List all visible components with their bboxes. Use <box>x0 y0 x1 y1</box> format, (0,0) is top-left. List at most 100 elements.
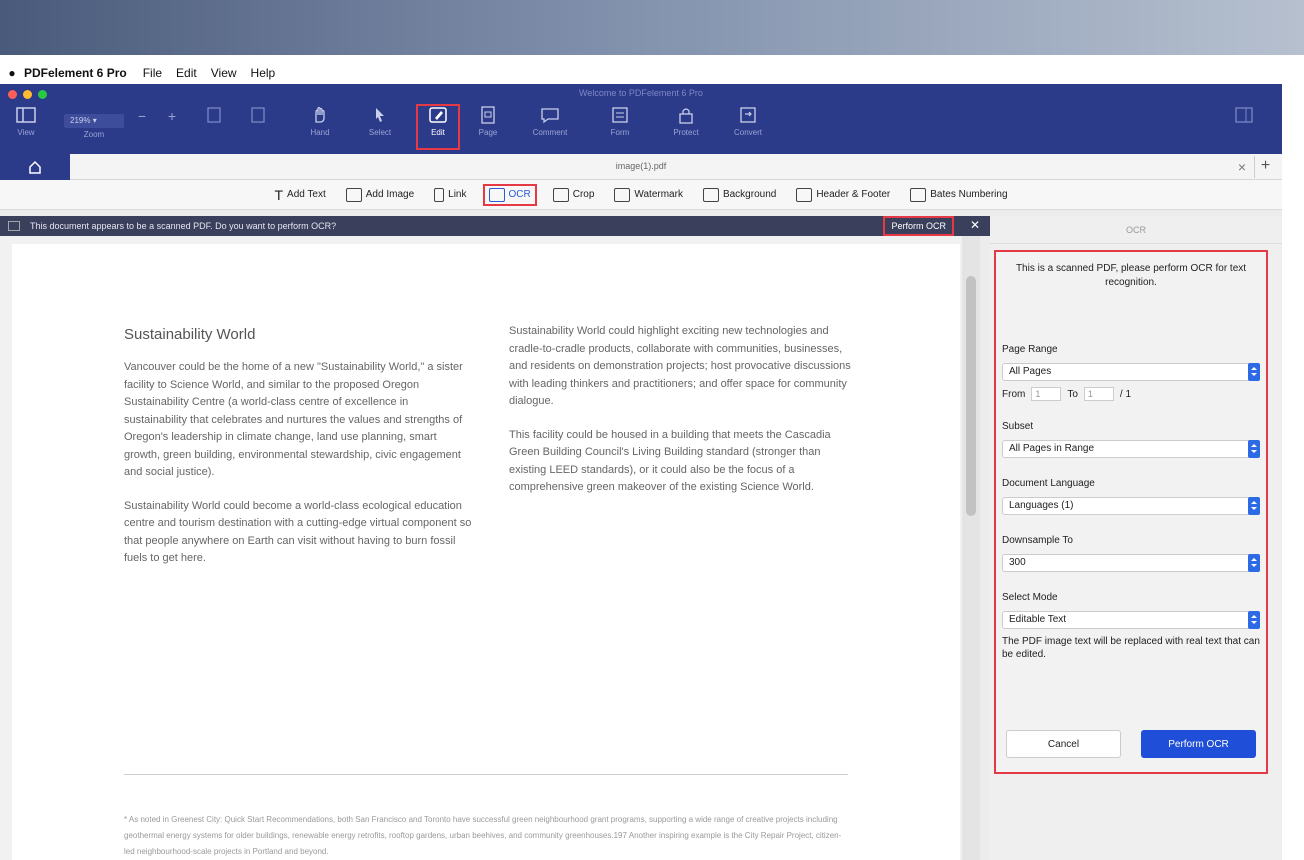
zoom-out-button[interactable]: − <box>132 108 152 124</box>
background-button[interactable]: Background <box>699 184 780 206</box>
scan-icon <box>8 221 20 231</box>
footnote-text: * As noted in Greenest City: Quick Start… <box>124 815 842 856</box>
tool-edit[interactable]: Edit <box>416 104 460 150</box>
footnote-divider <box>124 774 848 775</box>
document-language-label: Document Language <box>1002 478 1095 489</box>
tool-protect[interactable]: Protect <box>664 106 708 137</box>
tab-bar: image(1).pdf × + <box>0 154 1282 180</box>
background-band <box>0 0 1304 55</box>
tool-label: Convert <box>733 128 762 137</box>
panel-toggle-button[interactable] <box>1222 106 1266 128</box>
menu-edit[interactable]: Edit <box>176 66 197 80</box>
button-label: Add Image <box>365 189 415 200</box>
subset-label: Subset <box>1002 421 1034 432</box>
page-range-inputs: From 1 To 1 / 1 <box>1002 387 1260 401</box>
button-label: Watermark <box>634 189 683 200</box>
tool-page[interactable]: Page <box>466 106 510 137</box>
paragraph: This facility could be housed in a build… <box>509 428 831 494</box>
menu-app-name[interactable]: PDFelement 6 Pro <box>24 66 127 80</box>
tool-label: Page <box>478 128 498 137</box>
button-label: Background <box>722 189 777 200</box>
document-viewer[interactable]: Sustainability World Vancouver could be … <box>0 236 980 860</box>
tool-hand[interactable]: Hand <box>298 106 342 137</box>
tool-view[interactable]: View <box>4 106 48 137</box>
perform-ocr-button[interactable]: Perform OCR <box>1141 730 1256 758</box>
edit-icon <box>429 107 447 123</box>
ocr-button[interactable]: OCR <box>482 183 537 206</box>
apple-icon[interactable]: ● <box>0 66 24 80</box>
from-page-input[interactable]: 1 <box>1031 387 1062 401</box>
tool-convert[interactable]: Convert <box>726 106 770 137</box>
tool-label: Protect <box>673 128 699 137</box>
page-range-select[interactable]: All Pages <box>1002 363 1260 381</box>
form-icon <box>612 107 628 123</box>
paragraph: Vancouver could be the home of a new "Su… <box>124 361 463 478</box>
document-tab-title[interactable]: image(1).pdf <box>0 161 1282 171</box>
tool-form[interactable]: Form <box>598 106 642 137</box>
paragraph: Sustainability World could become a worl… <box>124 499 472 565</box>
button-label: Bates Numbering <box>930 189 1008 200</box>
add-text-button[interactable]: T Add Text <box>270 184 329 206</box>
tool-select[interactable]: Select <box>358 106 402 137</box>
link-button[interactable]: Link <box>430 184 470 206</box>
watermark-icon <box>614 187 631 202</box>
menu-view[interactable]: View <box>211 66 237 80</box>
button-label: Header & Footer <box>816 189 891 200</box>
ocr-settings-box: This is a scanned PDF, please perform OC… <box>994 250 1268 774</box>
add-image-button[interactable]: Add Image <box>342 184 418 206</box>
close-notification-icon[interactable]: ✕ <box>970 218 980 232</box>
tool-comment[interactable]: Comment <box>528 106 572 137</box>
menu-file[interactable]: File <box>143 66 162 80</box>
button-label: Link <box>448 189 467 200</box>
sidebar-icon <box>16 107 36 123</box>
crop-button[interactable]: Crop <box>549 184 599 206</box>
page-range-label: Page Range <box>1002 344 1058 355</box>
subset-select[interactable]: All Pages in Range <box>1002 440 1260 458</box>
lock-icon <box>679 108 693 124</box>
select-mode-select[interactable]: Editable Text <box>1002 611 1260 629</box>
zoom-dropdown[interactable]: 219% ▾ <box>64 114 124 128</box>
system-menubar: ● PDFelement 6 Pro File Edit View Help <box>0 62 1304 84</box>
downsample-select[interactable]: 300 <box>1002 554 1260 572</box>
hand-icon <box>315 107 325 123</box>
ocr-notification-bar: This document appears to be a scanned PD… <box>0 216 990 236</box>
pdf-page[interactable]: Sustainability World Vancouver could be … <box>12 244 960 860</box>
document-right-column: Sustainability World could highlight exc… <box>509 323 859 513</box>
select-value: 300 <box>1009 557 1026 568</box>
background-icon <box>702 187 719 202</box>
chevron-updown-icon <box>1248 497 1260 515</box>
cancel-button[interactable]: Cancel <box>1006 730 1121 758</box>
notification-perform-ocr-button[interactable]: Perform OCR <box>883 216 954 236</box>
chevron-updown-icon <box>1248 554 1260 572</box>
header-footer-button[interactable]: Header & Footer <box>792 184 894 206</box>
to-page-input[interactable]: 1 <box>1083 387 1114 401</box>
document-language-select[interactable]: Languages (1) <box>1002 497 1260 515</box>
zoom-in-button[interactable]: + <box>162 108 182 124</box>
close-tab-icon[interactable]: × <box>1238 159 1246 175</box>
bates-numbering-button[interactable]: Bates Numbering <box>906 184 1011 206</box>
main-toolbar: Welcome to PDFelement 6 Pro View 219% ▾ … <box>0 84 1282 154</box>
tool-zoom[interactable]: Zoom <box>72 130 116 139</box>
next-page-button[interactable] <box>236 106 280 128</box>
chevron-updown-icon <box>1248 440 1260 458</box>
tool-label: Hand <box>310 128 330 137</box>
from-label: From <box>1002 388 1026 400</box>
notification-message: This document appears to be a scanned PD… <box>30 221 337 231</box>
prev-page-button[interactable] <box>192 106 236 128</box>
select-value: Editable Text <box>1009 614 1067 625</box>
scrollbar-thumb[interactable] <box>966 276 976 516</box>
chevron-updown-icon <box>1248 611 1260 629</box>
select-value: Languages (1) <box>1009 500 1074 511</box>
document-heading: Sustainability World <box>124 326 256 343</box>
menu-help[interactable]: Help <box>251 66 276 80</box>
page-down-icon <box>251 107 265 123</box>
new-tab-button[interactable]: + <box>1254 156 1276 178</box>
tool-label: Edit <box>431 128 445 137</box>
link-icon <box>434 187 445 202</box>
ocr-side-panel: OCR This is a scanned PDF, please perfor… <box>990 216 1282 860</box>
watermark-button[interactable]: Watermark <box>610 184 687 206</box>
tool-label: Comment <box>532 128 568 137</box>
image-icon <box>345 187 362 202</box>
select-value: All Pages <box>1009 366 1052 377</box>
vertical-scrollbar[interactable] <box>962 236 980 860</box>
